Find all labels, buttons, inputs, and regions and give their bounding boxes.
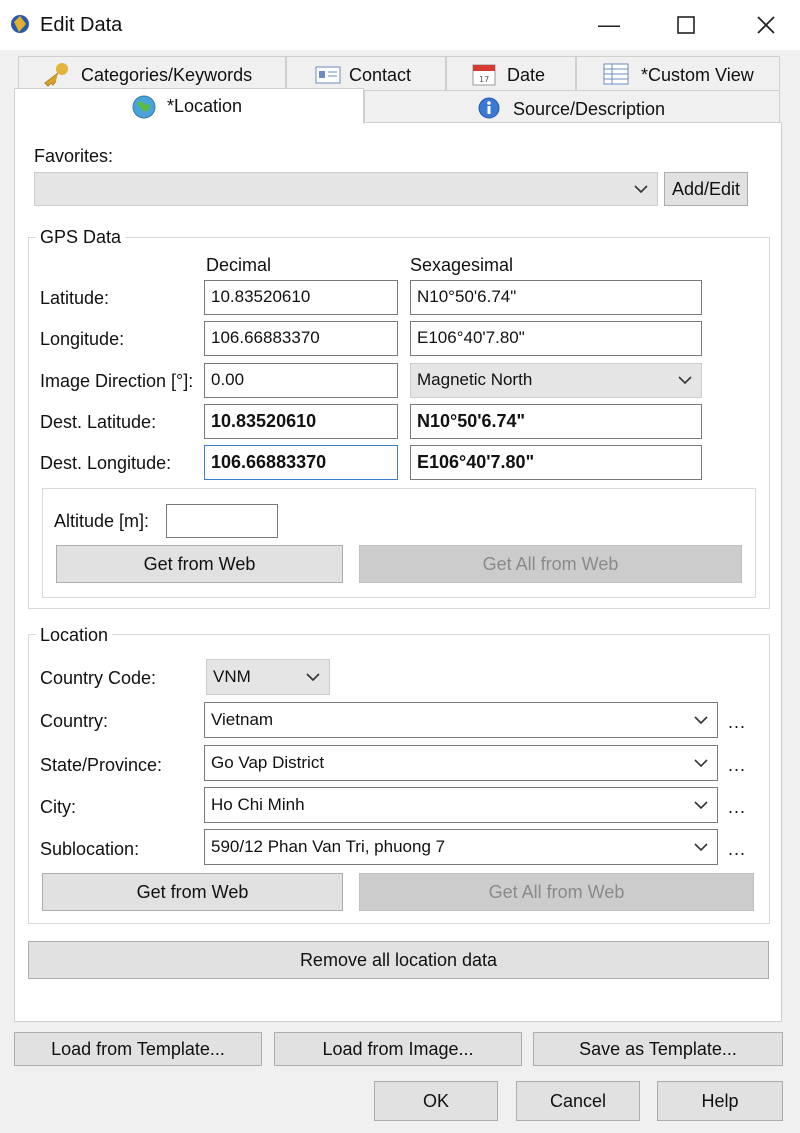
longitude-decimal-input[interactable]: 106.66883370 — [204, 321, 398, 356]
city-more-button[interactable]: ... — [728, 797, 746, 818]
favorites-label: Favorites: — [34, 146, 114, 166]
dest-latitude-decimal-input[interactable]: 10.83520610 — [204, 404, 398, 439]
country-label: Country: — [40, 711, 109, 731]
country-value: Vietnam — [211, 710, 274, 729]
dest-longitude-label: Dest. Longitude: — [40, 453, 172, 473]
globe-icon — [131, 94, 157, 120]
image-direction-label: Image Direction [°]: — [40, 371, 194, 391]
country-code-label: Country Code: — [40, 668, 157, 688]
tab-label: *Custom View — [641, 65, 754, 85]
city-combo[interactable]: Ho Chi Minh — [204, 787, 718, 823]
tab-label: Categories/Keywords — [81, 65, 253, 85]
info-icon — [477, 96, 501, 120]
country-code-select[interactable]: VNM — [206, 659, 330, 695]
title-bar: Edit Data — — [0, 0, 800, 50]
tab-contact[interactable]: Contact — [286, 56, 446, 90]
location-group-label: Location — [36, 625, 113, 645]
latitude-decimal-input[interactable]: 10.83520610 — [204, 280, 398, 315]
country-more-button[interactable]: ... — [728, 712, 746, 733]
tab-label: Contact — [349, 65, 412, 85]
tab-label: Date — [507, 65, 546, 85]
dest-latitude-sexagesimal-input[interactable]: N10°50'6.74" — [410, 404, 702, 439]
chevron-down-icon — [693, 830, 709, 864]
city-label: City: — [40, 797, 76, 817]
decimal-column-header: Decimal — [206, 255, 272, 275]
favorites-combo[interactable] — [34, 172, 658, 206]
country-combo[interactable]: Vietnam — [204, 702, 718, 738]
load-from-template-button[interactable]: Load from Template... — [14, 1032, 262, 1066]
tab-label: Source/Description — [513, 99, 666, 119]
cancel-button[interactable]: Cancel — [516, 1081, 640, 1121]
contact-card-icon — [315, 65, 341, 85]
chevron-down-icon — [677, 364, 693, 397]
ok-button[interactable]: OK — [374, 1081, 498, 1121]
direction-reference-value: Magnetic North — [417, 370, 533, 389]
chevron-down-icon — [633, 173, 649, 205]
sublocation-value: 590/12 Phan Van Tri, phuong 7 — [211, 837, 446, 856]
save-as-template-button[interactable]: Save as Template... — [533, 1032, 783, 1066]
latitude-label: Latitude: — [40, 288, 110, 308]
key-icon — [41, 61, 71, 87]
dest-longitude-decimal-input[interactable]: 106.66883370 — [204, 445, 398, 480]
sublocation-label: Sublocation: — [40, 839, 140, 859]
app-icon — [8, 12, 32, 36]
image-direction-input[interactable]: 0.00 — [204, 363, 398, 398]
tab-label: *Location — [167, 96, 243, 116]
location-get-from-web-button[interactable]: Get from Web — [42, 873, 343, 911]
help-button[interactable]: Help — [657, 1081, 783, 1121]
table-grid-icon — [603, 63, 629, 85]
sublocation-more-button[interactable]: ... — [728, 839, 746, 860]
maximize-icon[interactable] — [655, 0, 717, 50]
tab-categories-keywords[interactable]: Categories/Keywords — [18, 56, 286, 90]
close-icon[interactable] — [735, 0, 797, 50]
city-value: Ho Chi Minh — [211, 795, 305, 814]
chevron-down-icon — [693, 746, 709, 780]
dest-longitude-sexagesimal-input[interactable]: E106°40'7.80" — [410, 445, 702, 480]
altitude-label: Altitude [m]: — [54, 511, 150, 531]
tab-custom-view[interactable]: *Custom View — [576, 56, 780, 90]
remove-all-location-button[interactable]: Remove all location data — [28, 941, 769, 979]
gps-get-from-web-button[interactable]: Get from Web — [56, 545, 343, 583]
chevron-down-icon — [693, 788, 709, 822]
calendar-icon: 17 — [471, 61, 497, 87]
load-from-image-button[interactable]: Load from Image... — [274, 1032, 522, 1066]
tab-date[interactable]: 17 Date — [446, 56, 576, 90]
tab-source-description[interactable]: Source/Description — [364, 90, 780, 124]
state-province-combo[interactable]: Go Vap District — [204, 745, 718, 781]
gps-data-group-label: GPS Data — [36, 227, 126, 247]
direction-reference-select[interactable]: Magnetic North — [410, 363, 702, 398]
dest-latitude-label: Dest. Latitude: — [40, 412, 157, 432]
longitude-sexagesimal-input[interactable]: E106°40'7.80" — [410, 321, 702, 356]
tab-location[interactable]: *Location — [14, 88, 364, 124]
chevron-down-icon — [305, 660, 321, 694]
location-get-all-from-web-button[interactable]: Get All from Web — [359, 873, 754, 911]
svg-text:17: 17 — [479, 75, 489, 84]
latitude-sexagesimal-input[interactable]: N10°50'6.74" — [410, 280, 702, 315]
window-title: Edit Data — [40, 14, 123, 36]
chevron-down-icon — [693, 703, 709, 737]
country-code-value: VNM — [213, 667, 251, 686]
state-province-label: State/Province: — [40, 755, 163, 775]
add-edit-button[interactable]: Add/Edit — [664, 172, 748, 206]
state-province-value: Go Vap District — [211, 753, 325, 772]
gps-get-all-from-web-button[interactable]: Get All from Web — [359, 545, 742, 583]
minimize-icon[interactable]: — — [578, 0, 640, 50]
longitude-label: Longitude: — [40, 329, 125, 349]
sexagesimal-column-header: Sexagesimal — [410, 255, 514, 275]
state-province-more-button[interactable]: ... — [728, 755, 746, 776]
sublocation-combo[interactable]: 590/12 Phan Van Tri, phuong 7 — [204, 829, 718, 865]
altitude-input[interactable] — [166, 504, 278, 538]
